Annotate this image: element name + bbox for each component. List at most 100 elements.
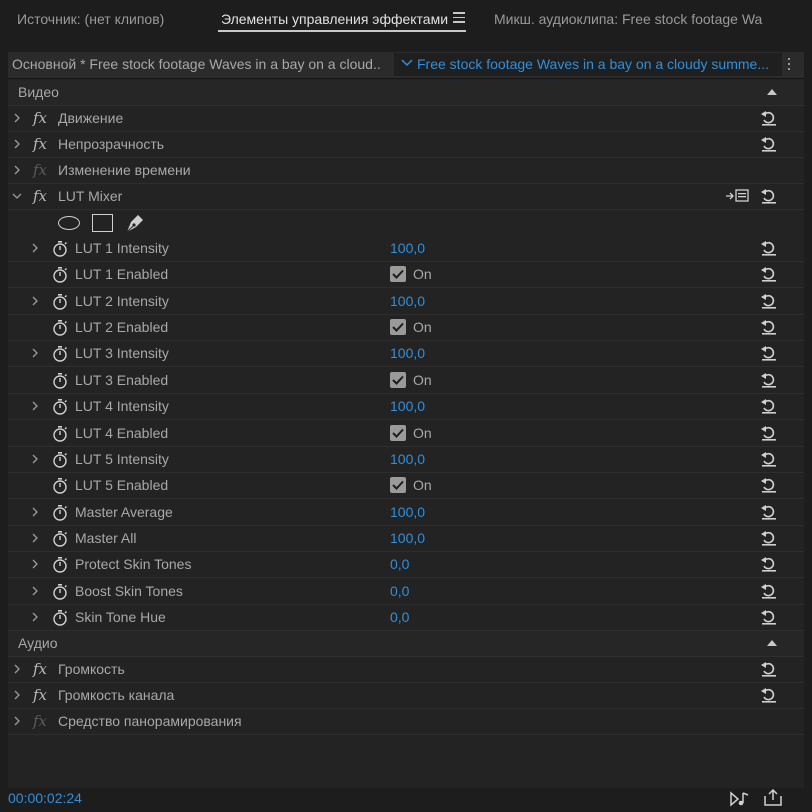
reset-parameter-icon[interactable]: [760, 687, 778, 703]
parameter-value[interactable]: 100,0: [390, 345, 425, 361]
tab-audio-clip-mixer[interactable]: Микш. аудиоклипа: Free stock footage Wa: [494, 9, 812, 29]
stopwatch-icon[interactable]: [52, 583, 68, 600]
parameter-value[interactable]: 100,0: [390, 530, 425, 546]
parameter-value[interactable]: 100,0: [390, 451, 425, 467]
lut-param-row: LUT 5 Enabled On: [8, 473, 804, 500]
rectangle-mask-icon[interactable]: [92, 214, 113, 232]
tab-source[interactable]: Источник: (нет клипов): [17, 9, 164, 29]
fx-badge-icon[interactable]: fx: [33, 187, 47, 205]
reset-parameter-icon[interactable]: [760, 425, 778, 441]
current-timecode[interactable]: 00:00:02:24: [8, 790, 82, 806]
fx-badge-icon[interactable]: fx: [33, 660, 47, 678]
stopwatch-icon[interactable]: [52, 240, 68, 257]
fx-badge-icon[interactable]: fx: [33, 109, 47, 127]
parameter-value[interactable]: 100,0: [390, 293, 425, 309]
effect-settings-icon[interactable]: [726, 189, 750, 203]
lut-param-row: Master Average 100,0: [8, 500, 804, 526]
reset-parameter-icon[interactable]: [760, 451, 778, 467]
lut-param-row: LUT 4 Enabled On: [8, 421, 804, 447]
enabled-checkbox[interactable]: [390, 477, 406, 494]
reset-parameter-icon[interactable]: [760, 319, 778, 335]
reset-parameter-icon[interactable]: [760, 556, 778, 572]
more-options-icon[interactable]: [788, 58, 791, 73]
stopwatch-icon[interactable]: [52, 345, 68, 363]
enabled-checkbox[interactable]: [390, 424, 406, 441]
parameter-value[interactable]: 0,0: [390, 556, 409, 572]
hamburger-menu-icon[interactable]: [453, 12, 465, 24]
pen-mask-icon[interactable]: [124, 212, 146, 234]
stopwatch-icon[interactable]: [52, 293, 68, 310]
chevron-right-icon[interactable]: [29, 295, 41, 307]
play-audio-icon[interactable]: [729, 790, 751, 808]
chevron-right-icon[interactable]: [29, 532, 41, 544]
master-clip-label[interactable]: Основной * Free stock footage Waves in a…: [12, 56, 382, 72]
collapse-up-icon[interactable]: [767, 89, 777, 95]
fx-badge-icon: fx: [33, 161, 48, 179]
audio-section-header[interactable]: Аудио: [8, 631, 804, 657]
enabled-checkbox[interactable]: [390, 266, 406, 283]
parameter-value[interactable]: 100,0: [390, 504, 425, 520]
stopwatch-icon[interactable]: [52, 398, 68, 415]
chevron-right-icon[interactable]: [29, 400, 41, 412]
chevron-right-icon[interactable]: [11, 112, 23, 124]
chevron-right-icon[interactable]: [11, 663, 23, 675]
reset-parameter-icon[interactable]: [760, 110, 778, 126]
video-section-title: Видео: [18, 84, 59, 100]
reset-parameter-icon[interactable]: [760, 240, 778, 256]
reset-parameter-icon[interactable]: [760, 372, 778, 388]
fx-badge-icon[interactable]: fx: [33, 135, 47, 153]
chevron-down-icon[interactable]: [11, 190, 23, 202]
parameter-value[interactable]: 0,0: [390, 583, 409, 599]
reset-parameter-icon[interactable]: [760, 345, 778, 361]
chevron-right-icon[interactable]: [29, 453, 41, 465]
collapse-up-icon[interactable]: [767, 640, 777, 646]
chevron-right-icon[interactable]: [29, 611, 41, 623]
reset-parameter-icon[interactable]: [760, 398, 778, 414]
stopwatch-icon[interactable]: [52, 530, 68, 547]
reset-parameter-icon[interactable]: [760, 530, 778, 546]
fx-badge-icon[interactable]: fx: [33, 686, 47, 704]
parameter-label: Boost Skin Tones: [75, 582, 183, 599]
reset-parameter-icon[interactable]: [760, 477, 778, 493]
reset-parameter-icon[interactable]: [760, 504, 778, 520]
chevron-right-icon[interactable]: [29, 347, 41, 359]
parameter-value[interactable]: 100,0: [390, 240, 425, 256]
stopwatch-icon[interactable]: [52, 266, 68, 283]
tab-effect-controls[interactable]: Элементы управления эффектами: [221, 9, 448, 29]
stopwatch-icon[interactable]: [52, 319, 68, 336]
stopwatch-icon[interactable]: [52, 477, 68, 494]
effect-label: LUT Mixer: [58, 188, 123, 204]
stopwatch-icon[interactable]: [52, 556, 68, 573]
ellipse-mask-icon[interactable]: [58, 216, 80, 230]
panel-tab-bar: Источник: (нет клипов) Элементы управлен…: [0, 0, 812, 42]
chevron-right-icon[interactable]: [11, 715, 23, 727]
chevron-right-icon[interactable]: [29, 506, 41, 518]
reset-parameter-icon[interactable]: [760, 609, 778, 625]
parameter-value[interactable]: 100,0: [390, 398, 425, 414]
enabled-checkbox[interactable]: [390, 319, 406, 336]
stopwatch-icon[interactable]: [52, 372, 68, 389]
export-frame-icon[interactable]: [763, 789, 783, 807]
stopwatch-icon[interactable]: [52, 451, 68, 468]
parameter-value[interactable]: 0,0: [390, 609, 409, 625]
reset-parameter-icon[interactable]: [760, 136, 778, 152]
parameter-label: Protect Skin Tones: [75, 556, 192, 573]
reset-parameter-icon[interactable]: [760, 661, 778, 677]
lut-param-row: LUT 4 Intensity 100,0: [8, 394, 804, 421]
video-section-header[interactable]: Видео: [8, 80, 804, 106]
sequence-clip-selector[interactable]: Free stock footage Waves in a bay on a c…: [394, 53, 782, 76]
chevron-right-icon[interactable]: [11, 689, 23, 701]
enabled-checkbox[interactable]: [390, 371, 406, 388]
chevron-right-icon[interactable]: [11, 138, 23, 150]
chevron-right-icon[interactable]: [29, 242, 41, 254]
stopwatch-icon[interactable]: [52, 425, 68, 442]
chevron-right-icon[interactable]: [29, 558, 41, 570]
reset-parameter-icon[interactable]: [760, 293, 778, 309]
reset-parameter-icon[interactable]: [760, 188, 778, 204]
reset-parameter-icon[interactable]: [760, 266, 778, 282]
chevron-right-icon[interactable]: [29, 585, 41, 597]
chevron-right-icon[interactable]: [11, 164, 23, 176]
stopwatch-icon[interactable]: [52, 504, 68, 521]
stopwatch-icon[interactable]: [52, 609, 68, 626]
reset-parameter-icon[interactable]: [760, 583, 778, 599]
